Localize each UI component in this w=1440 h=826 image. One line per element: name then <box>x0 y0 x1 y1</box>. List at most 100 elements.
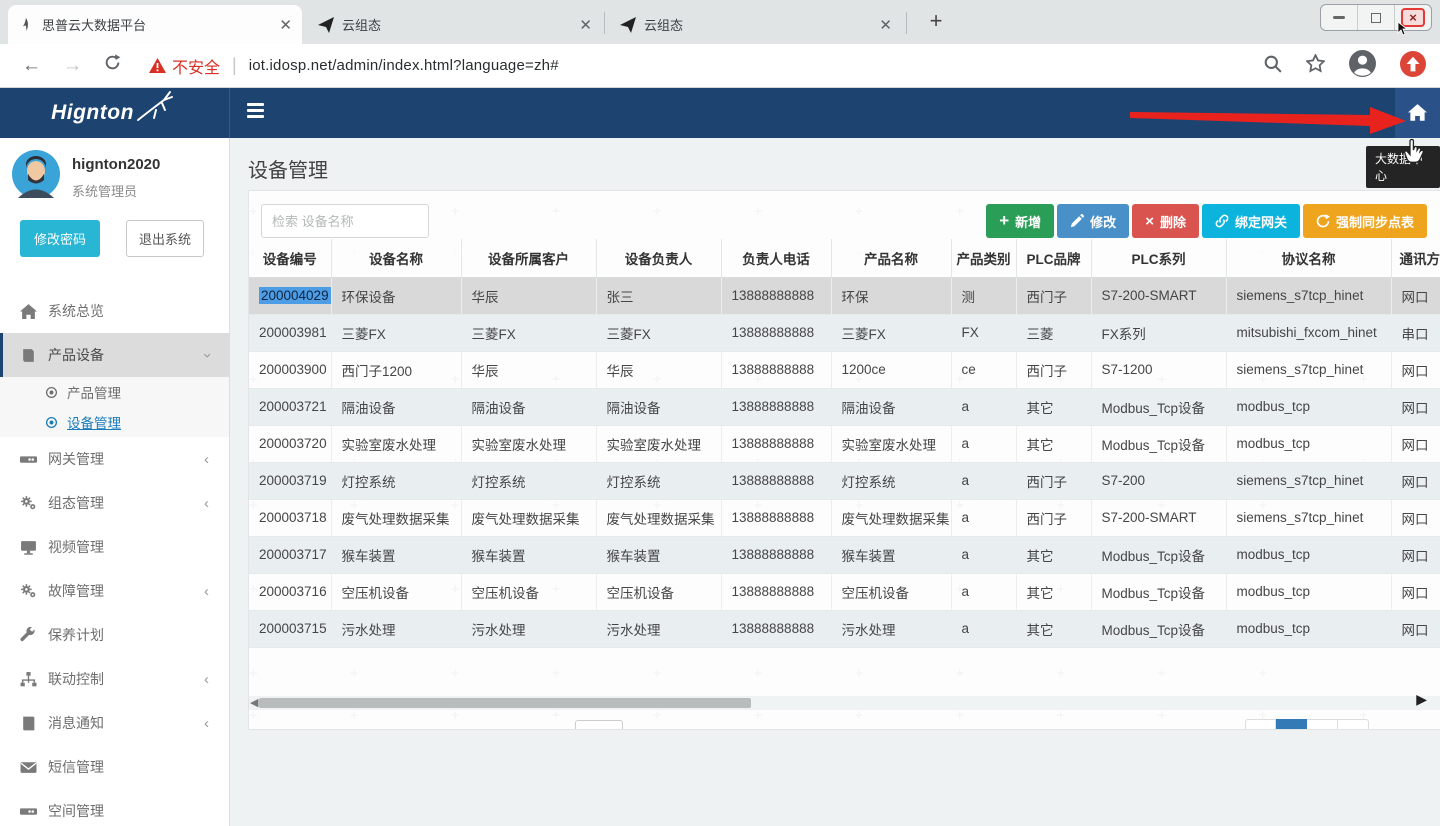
sidebar-item-空间管理[interactable]: 空间管理 <box>0 789 229 826</box>
url-text[interactable]: iot.idosp.net/admin/index.html?language=… <box>249 57 559 74</box>
tab-separator <box>604 12 605 34</box>
column-header-设备名称[interactable]: 设备名称 <box>331 239 461 277</box>
column-header-通讯方式[interactable]: 通讯方式 <box>1391 239 1440 277</box>
page-size-select[interactable]: 10 ▲ <box>575 720 623 730</box>
pagination-bar: 显示第 1 到第 10 条记录，总共 11 条记录 每页显示 10 ▲ 条记录 … <box>261 719 1431 730</box>
reload-icon[interactable] <box>104 54 121 77</box>
table-cell: 13888888888 <box>721 351 831 388</box>
table-cell: 13888888888 <box>721 314 831 351</box>
table-cell: 猴车装置 <box>331 536 461 573</box>
table-cell: 13888888888 <box>721 277 831 314</box>
browser-tab[interactable]: 思普云大数据平台 ✕ <box>8 5 302 44</box>
sidebar-item-联动控制[interactable]: 联动控制‹ <box>0 657 229 701</box>
browser-update-icon[interactable] <box>1400 51 1426 82</box>
main-content: 设备管理 + + + + + + + + + + + + + + + + + +… <box>230 138 1440 826</box>
window-minimize-button[interactable] <box>1321 5 1357 30</box>
table-row[interactable]: 200003718废气处理数据采集废气处理数据采集废气处理数据采集1388888… <box>249 499 1440 536</box>
column-header-产品类别[interactable]: 产品类别 <box>951 239 1016 277</box>
tab-close-icon[interactable]: ✕ <box>279 16 292 34</box>
new-tab-button[interactable]: + <box>922 8 950 36</box>
back-icon[interactable]: ← <box>22 55 41 77</box>
zoom-icon[interactable] <box>1264 55 1282 78</box>
sidebar-subitem-设备管理[interactable]: 设备管理 <box>0 407 229 437</box>
column-header-设备负责人[interactable]: 设备负责人 <box>596 239 721 277</box>
app-logo: Hignton <box>0 88 230 138</box>
toolbar-button-删除[interactable]: ×删除 <box>1132 204 1199 238</box>
toolbar-button-绑定网关[interactable]: 绑定网关 <box>1202 204 1300 238</box>
profile-avatar-icon[interactable] <box>1349 50 1376 82</box>
column-header-协议名称[interactable]: 协议名称 <box>1226 239 1391 277</box>
sidebar-menu: 系统总览产品设备‹产品管理设备管理网关管理‹组态管理‹视频管理故障管理‹保养计划… <box>0 289 229 826</box>
toolbar-button-修改[interactable]: 修改 <box>1057 204 1129 238</box>
table-cell: 张三 <box>596 277 721 314</box>
page-button-1[interactable]: 1 <box>1276 719 1307 730</box>
table-row[interactable]: 200003721隔油设备隔油设备隔油设备13888888888隔油设备a其它M… <box>249 388 1440 425</box>
warning-triangle-icon <box>149 58 166 73</box>
change-password-button[interactable]: 修改密码 <box>20 220 100 257</box>
table-row[interactable]: 200003717猴车装置猴车装置猴车装置13888888888猴车装置a其它M… <box>249 536 1440 573</box>
sidebar-item-label: 产品设备 <box>48 345 104 365</box>
table-row[interactable]: 200003981三菱FX三菱FX三菱FX13888888888三菱FXFX三菱… <box>249 314 1440 351</box>
window-close-button[interactable]: × <box>1394 5 1431 30</box>
next-page-button[interactable]: › <box>1338 719 1369 730</box>
column-header-设备编号[interactable]: 设备编号 <box>249 239 331 277</box>
security-warning[interactable]: 不安全 <box>149 54 220 78</box>
sidebar-item-故障管理[interactable]: 故障管理‹ <box>0 569 229 613</box>
window-restore-button[interactable] <box>1357 5 1394 30</box>
table-row[interactable]: 200003719灯控系统灯控系统灯控系统13888888888灯控系统a西门子… <box>249 462 1440 499</box>
sidebar-item-网关管理[interactable]: 网关管理‹ <box>0 437 229 481</box>
table-cell: 网口 <box>1391 499 1440 536</box>
device-panel: + + + + + + + + + + + + + + + + + + + + … <box>248 190 1440 730</box>
sidebar-subitem-label: 设备管理 <box>67 412 121 432</box>
prev-page-button[interactable]: ‹ <box>1245 719 1276 730</box>
tab-close-icon[interactable]: ✕ <box>879 16 892 34</box>
table-cell: 猴车装置 <box>596 536 721 573</box>
column-header-产品名称[interactable]: 产品名称 <box>831 239 951 277</box>
table-cell: 200003900 <box>249 351 331 388</box>
paper-plane-icon <box>620 17 636 33</box>
sidebar-item-短信管理[interactable]: 短信管理 <box>0 745 229 789</box>
column-header-PLC品牌[interactable]: PLC品牌 <box>1016 239 1091 277</box>
sidebar-item-视频管理[interactable]: 视频管理 <box>0 525 229 569</box>
horizontal-scrollbar[interactable]: ◀ ▶ <box>249 696 1440 710</box>
column-header-负责人电话[interactable]: 负责人电话 <box>721 239 831 277</box>
sidebar-subitem-产品管理[interactable]: 产品管理 <box>0 377 229 407</box>
forward-icon[interactable]: → <box>63 55 82 77</box>
bookmark-star-icon[interactable] <box>1306 54 1325 78</box>
table-row[interactable]: 200003720实验室废水处理实验室废水处理实验室废水处理1388888888… <box>249 425 1440 462</box>
table-cell: 猴车装置 <box>461 536 596 573</box>
column-header-设备所属客户[interactable]: 设备所属客户 <box>461 239 596 277</box>
bigdata-home-button[interactable] <box>1395 88 1440 138</box>
toolbar: +新增修改×删除 绑定网关强制同步点表 <box>986 204 1427 238</box>
table-row[interactable]: 200003716空压机设备空压机设备空压机设备13888888888空压机设备… <box>249 573 1440 610</box>
browser-tab[interactable]: 云组态✕ <box>308 5 602 44</box>
sidebar-item-消息通知[interactable]: 消息通知‹ <box>0 701 229 745</box>
scroll-left-icon[interactable]: ◀ <box>250 696 258 710</box>
table-cell: 空压机设备 <box>831 573 951 610</box>
sidebar-item-系统总览[interactable]: 系统总览 <box>0 289 229 333</box>
restore-icon <box>1371 13 1381 23</box>
column-header-PLC系列[interactable]: PLC系列 <box>1091 239 1226 277</box>
table-row[interactable]: 200003715污水处理污水处理污水处理13888888888污水处理a其它M… <box>249 610 1440 647</box>
browser-tab[interactable]: 云组态✕ <box>610 5 902 44</box>
search-input[interactable] <box>261 204 429 238</box>
sidebar-item-组态管理[interactable]: 组态管理‹ <box>0 481 229 525</box>
table-row[interactable]: 200004029环保设备华辰张三13888888888环保测西门子S7-200… <box>249 277 1440 314</box>
table-row[interactable]: 200003900西门子1200华辰华辰138888888881200cece西… <box>249 351 1440 388</box>
toolbar-button-强制同步点表[interactable]: 强制同步点表 <box>1303 204 1427 238</box>
page-button-2[interactable]: 2 <box>1307 719 1338 730</box>
logout-button[interactable]: 退出系统 <box>126 220 204 257</box>
toolbar-button-新增[interactable]: +新增 <box>986 204 1054 238</box>
sidebar-item-产品设备[interactable]: 产品设备‹ <box>0 333 229 377</box>
scrollbar-thumb[interactable] <box>259 698 751 708</box>
tab-close-icon[interactable]: ✕ <box>579 16 592 34</box>
hdd-icon <box>20 451 37 468</box>
sidebar-item-保养计划[interactable]: 保养计划 <box>0 613 229 657</box>
scroll-right-icon[interactable]: ▶ <box>1416 692 1427 706</box>
sidebar-toggle-button[interactable] <box>247 103 264 121</box>
tab-title: 思普云大数据平台 <box>42 15 271 34</box>
home-icon <box>1408 104 1427 122</box>
table-cell: 13888888888 <box>721 499 831 536</box>
table-cell: 13888888888 <box>721 573 831 610</box>
toolbar-button-label: 绑定网关 <box>1235 212 1287 231</box>
